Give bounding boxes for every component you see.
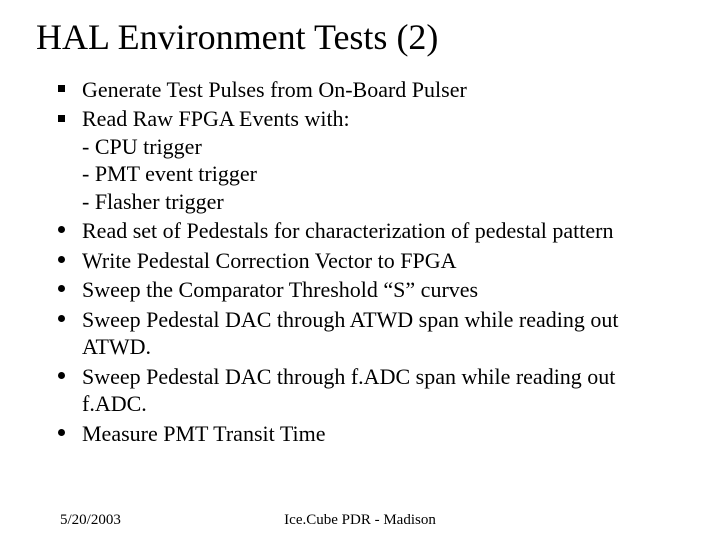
list-item: Generate Test Pulses from On-Board Pulse… [58, 76, 684, 104]
footer-center: Ice.Cube PDR - Madison [60, 512, 660, 529]
slide-title: HAL Environment Tests (2) [36, 18, 684, 58]
bullet-list: Generate Test Pulses from On-Board Pulse… [36, 76, 684, 448]
list-item: Sweep the Comparator Threshold “S” curve… [58, 276, 684, 304]
list-subitem: - Flasher trigger [82, 188, 684, 216]
list-item-text: Read Raw FPGA Events with: [82, 106, 350, 131]
list-item: Measure PMT Transit Time [58, 420, 684, 448]
list-subitem: - CPU trigger [82, 133, 684, 161]
list-item-text: Sweep Pedestal DAC through ATWD span whi… [82, 307, 618, 360]
list-item: Sweep Pedestal DAC through f.ADC span wh… [58, 363, 684, 418]
list-item-text: Generate Test Pulses from On-Board Pulse… [82, 77, 467, 102]
slide: HAL Environment Tests (2) Generate Test … [0, 0, 720, 540]
list-item-text: Sweep Pedestal DAC through f.ADC span wh… [82, 364, 615, 417]
list-item: Read set of Pedestals for characterizati… [58, 217, 684, 245]
list-item-text: Sweep the Comparator Threshold “S” curve… [82, 277, 478, 302]
list-item-text: Measure PMT Transit Time [82, 421, 325, 446]
list-item: Sweep Pedestal DAC through ATWD span whi… [58, 306, 684, 361]
list-item-text: Write Pedestal Correction Vector to FPGA [82, 248, 456, 273]
list-item: Read Raw FPGA Events with: - CPU trigger… [58, 105, 684, 215]
list-subitem: - PMT event trigger [82, 160, 684, 188]
list-item-text: Read set of Pedestals for characterizati… [82, 218, 613, 243]
list-item: Write Pedestal Correction Vector to FPGA [58, 247, 684, 275]
